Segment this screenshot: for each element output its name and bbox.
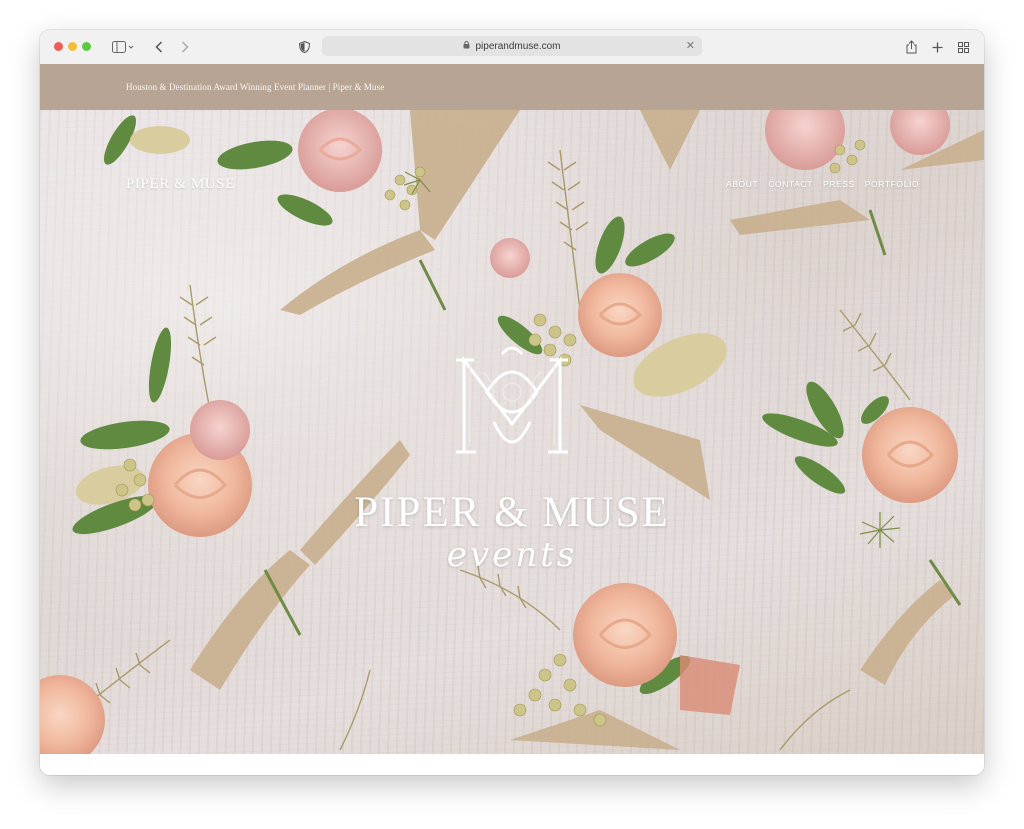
- nav-portfolio[interactable]: PORTFOLIO: [865, 179, 919, 189]
- hero-section: PIPER & MUSE ABOUT CONTACT PRESS PORTFOL…: [40, 110, 984, 754]
- nav-contact[interactable]: CONTACT: [768, 179, 813, 189]
- grid-icon[interactable]: [956, 37, 970, 57]
- hero-brand-title: PIPER & MUSE: [354, 489, 670, 536]
- url-text: piperandmuse.com: [475, 40, 561, 52]
- chevron-left-icon[interactable]: [152, 37, 166, 57]
- page-bottom-strip: [40, 754, 984, 775]
- minimize-window-button[interactable]: [68, 42, 77, 51]
- announcement-bar: Houston & Destination Award Winning Even…: [40, 64, 984, 110]
- chevron-right-icon[interactable]: [178, 37, 192, 57]
- browser-toolbar: piperandmuse.com ✕: [40, 30, 984, 65]
- plus-icon[interactable]: [930, 37, 944, 57]
- nav-about[interactable]: ABOUT: [726, 179, 758, 189]
- close-icon[interactable]: ✕: [686, 39, 695, 52]
- lock-icon: [463, 40, 470, 52]
- nav-press[interactable]: PRESS: [823, 179, 855, 189]
- share-icon[interactable]: [904, 37, 918, 57]
- address-bar[interactable]: piperandmuse.com ✕: [322, 36, 702, 56]
- zoom-window-button[interactable]: [82, 42, 91, 51]
- tagline: Houston & Destination Award Winning Even…: [126, 82, 385, 92]
- monogram-icon: [456, 346, 568, 454]
- main-nav: ABOUT CONTACT PRESS PORTFOLIO: [726, 179, 919, 189]
- shield-icon[interactable]: [297, 37, 311, 57]
- sidebar-icon[interactable]: [110, 37, 136, 57]
- site-logo[interactable]: PIPER & MUSE: [126, 176, 235, 193]
- browser-window: piperandmuse.com ✕ Houston & Destination…: [40, 30, 984, 775]
- hero-brand-subtitle: events: [446, 535, 578, 575]
- close-window-button[interactable]: [54, 42, 63, 51]
